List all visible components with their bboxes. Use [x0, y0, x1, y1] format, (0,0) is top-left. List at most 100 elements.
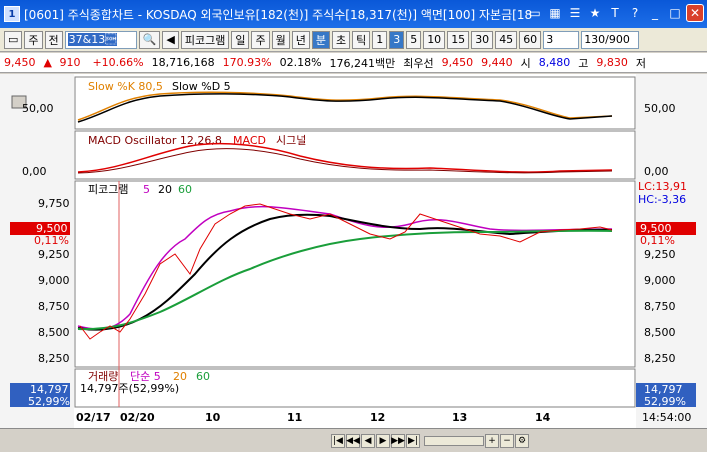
- maximize-icon[interactable]: □: [666, 4, 684, 22]
- price-tick: 8,500: [38, 326, 70, 339]
- zoom-in-icon[interactable]: +: [485, 433, 499, 448]
- bottom-scrollbar[interactable]: |◀ ◀◀ ◀ ▶ ▶▶ ▶| + − ⚙: [0, 428, 707, 452]
- current-price: 9,450: [4, 56, 36, 69]
- current-pct-left: 0,11%: [34, 234, 69, 247]
- low-label: 저: [635, 56, 647, 70]
- period-button[interactable]: 전: [44, 30, 63, 49]
- star-icon[interactable]: ★: [586, 4, 604, 22]
- volume-ratio: 170.93%: [222, 56, 272, 69]
- price-tick: 9,000: [644, 274, 676, 287]
- interval-5[interactable]: 5: [406, 30, 422, 49]
- interval-60[interactable]: 60: [519, 30, 542, 49]
- price-panel: [74, 180, 636, 368]
- interval-15[interactable]: 15: [447, 30, 470, 49]
- prev-page-icon[interactable]: ◀◀: [346, 433, 360, 448]
- list-icon[interactable]: ☰: [566, 4, 584, 22]
- trade-amount: 176,241백만: [329, 56, 396, 70]
- search-icon[interactable]: 🔍: [138, 30, 161, 49]
- interval-30[interactable]: 30: [471, 30, 494, 49]
- next-icon[interactable]: ▶: [376, 433, 390, 448]
- volume-value: 18,716,168: [151, 56, 215, 69]
- price-tick: 8,750: [38, 300, 70, 313]
- interval-1[interactable]: 1: [372, 30, 388, 49]
- x-label: 02/17: [76, 411, 111, 424]
- price-tick: 9,000: [38, 274, 70, 287]
- price-tick: 9,750: [38, 197, 70, 210]
- x-label: 12: [370, 411, 385, 424]
- period-week[interactable]: 주: [251, 30, 270, 49]
- clock-label: 14:54:00: [642, 411, 691, 424]
- stoch-label: Slow %K 80,5: [88, 80, 163, 93]
- scroll-slider[interactable]: [424, 435, 484, 446]
- x-label: 11: [287, 411, 302, 424]
- period-month[interactable]: 월: [271, 30, 290, 49]
- zoom-out-icon[interactable]: −: [500, 433, 514, 448]
- price-infobar: 9,450 ▲ 910 +10.66% 18,716,168 170.93% 0…: [0, 53, 707, 73]
- macd-tick-right: 0,00: [644, 165, 669, 178]
- price-tick: 9,250: [38, 248, 70, 261]
- code-input[interactable]: 37&13: [64, 30, 137, 49]
- lc-label: LC:13,91: [638, 180, 687, 193]
- type-select[interactable]: 주: [24, 30, 43, 49]
- open-label: 시: [520, 56, 531, 70]
- window-titlebar: 1 [0601] 주식종합차트 - KOSDAQ 외국인보유[182(천)] 주…: [0, 0, 707, 28]
- x-label: 14: [535, 411, 551, 424]
- x-axis: 02/17 02/20 10 11 12 13 14 14:54:00: [76, 411, 691, 424]
- last-icon[interactable]: ▶|: [406, 433, 420, 448]
- chart-area[interactable]: Slow %K 80,5 Slow %D 5 50,00 50,00 MACD …: [0, 74, 707, 432]
- sound-icon[interactable]: ◀: [162, 30, 179, 49]
- price-tick: 8,750: [644, 300, 676, 313]
- hc-label: HC:-3,36: [638, 193, 686, 206]
- ma5-label: 5: [143, 183, 150, 196]
- macd-tick-left: 0,00: [22, 165, 47, 178]
- best-label: 최우선: [403, 56, 434, 70]
- close-icon[interactable]: ✕: [686, 4, 704, 22]
- indicator-label[interactable]: 피코그램: [180, 30, 230, 49]
- best-price: 9,450: [441, 56, 474, 69]
- time-value: 02.18%: [279, 56, 322, 69]
- next-page-icon[interactable]: ▶▶: [391, 433, 405, 448]
- x-label: 13: [452, 411, 467, 424]
- stoch-tick-right: 50,00: [644, 102, 676, 115]
- price-tick: 8,500: [644, 326, 676, 339]
- macd-signal-label: 시그널: [276, 134, 306, 147]
- x-label: 10: [205, 411, 221, 424]
- price-tick: 8,250: [38, 352, 70, 365]
- price-tick: 8,250: [644, 352, 676, 365]
- change-value: ▲ 910: [43, 56, 81, 69]
- period-day[interactable]: 일: [231, 30, 250, 49]
- stoch-tick-left: 50,00: [22, 102, 54, 115]
- chart-settings-icon[interactable]: ⚙: [515, 433, 529, 448]
- interval-10[interactable]: 10: [423, 30, 446, 49]
- change-pct: +10.66%: [92, 56, 144, 69]
- period-minute[interactable]: 분: [311, 30, 330, 49]
- ma20-label: 20: [158, 183, 172, 196]
- open-value: 8,480: [538, 56, 571, 69]
- chart-type-button[interactable]: ▭: [4, 30, 23, 49]
- grid-icon[interactable]: ▦: [546, 4, 564, 22]
- interval-45[interactable]: 45: [495, 30, 518, 49]
- stoch-d-label: Slow %D 5: [172, 80, 231, 93]
- vol-ma2-label: 60: [196, 370, 210, 383]
- first-icon[interactable]: |◀: [331, 433, 345, 448]
- vol-value: 14,797주(52,99%): [80, 382, 179, 395]
- ask-price: 9,440: [481, 56, 513, 69]
- prev-icon[interactable]: ◀: [361, 433, 375, 448]
- restore-icon[interactable]: ▭: [526, 4, 544, 22]
- range-input[interactable]: 130/900: [581, 30, 640, 49]
- chart-svg[interactable]: Slow %K 80,5 Slow %D 5 50,00 50,00 MACD …: [0, 74, 707, 432]
- high-label: 고: [578, 56, 589, 70]
- interval-3[interactable]: 3: [389, 30, 405, 49]
- price-label: 피코그램: [88, 183, 128, 196]
- period-tick[interactable]: 틱: [352, 30, 371, 49]
- period-year[interactable]: 년: [291, 30, 310, 49]
- count-input[interactable]: 3: [543, 30, 580, 49]
- period-second[interactable]: 초: [331, 30, 351, 49]
- ma60-label: 60: [178, 183, 192, 196]
- vol-pct-left-text: 52,99%: [28, 395, 70, 408]
- minimize-icon[interactable]: _: [646, 4, 664, 22]
- text-icon[interactable]: T: [606, 4, 624, 22]
- help-icon[interactable]: ?: [626, 4, 644, 22]
- high-value: 9,830: [596, 56, 628, 69]
- current-pct-right: 0,11%: [640, 234, 675, 247]
